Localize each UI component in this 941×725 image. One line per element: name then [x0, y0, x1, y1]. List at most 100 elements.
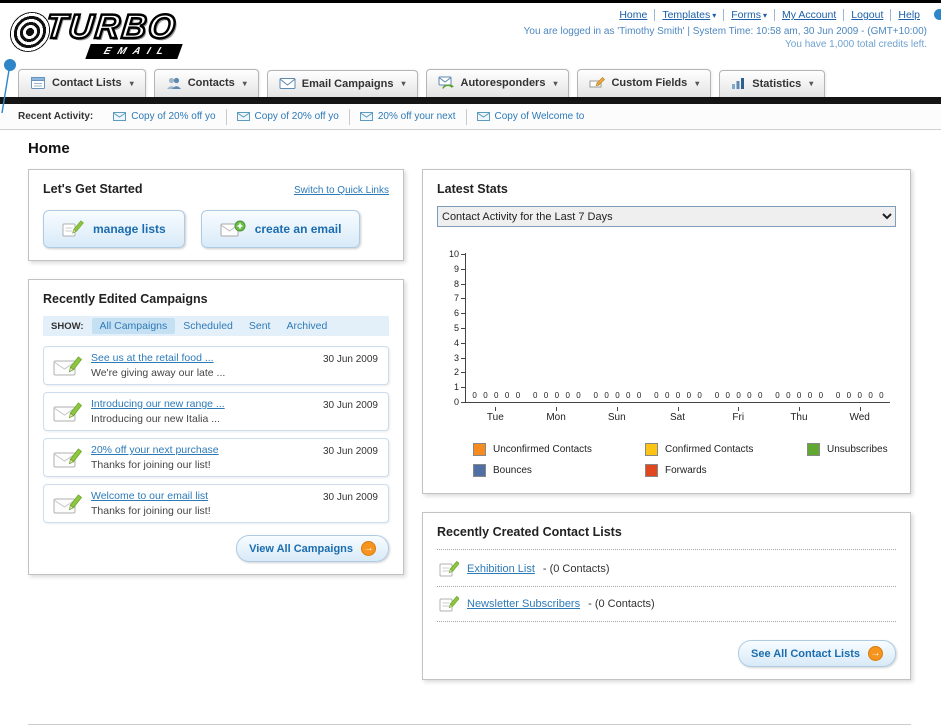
turbo-email-logo: TURBO EMAIL — [7, 7, 183, 59]
legend-item: Unsubscribes — [807, 443, 890, 456]
chart-x-axis: Tue Mon Sun Sat Fri Thu Wed — [465, 407, 890, 423]
top-link-templates[interactable]: Templates — [654, 9, 723, 21]
arrow-right-icon — [868, 646, 883, 661]
recent-activity-item[interactable]: Copy of 20% off yo — [227, 108, 350, 125]
bar-value-label: 0 — [879, 391, 884, 400]
dotted-divider — [437, 549, 896, 550]
nav-tab-email-campaigns[interactable]: Email Campaigns — [266, 70, 418, 97]
bar-value-label: 0 — [515, 391, 521, 400]
bar-value-label: 0 — [758, 391, 763, 400]
recently-edited-campaigns-panel: Recently Edited Campaigns SHOW: All Camp… — [28, 279, 404, 575]
campaign-subtitle: Thanks for joining our list! — [91, 505, 211, 517]
nav-tab-custom-fields[interactable]: Custom Fields — [577, 69, 712, 97]
header-blue-dot — [934, 9, 941, 20]
manage-lists-label: manage lists — [93, 222, 166, 236]
campaign-title-link[interactable]: See us at the retail food ... — [91, 352, 214, 364]
bar-value-label: 0 — [675, 391, 681, 400]
bar-value-label: 0 — [664, 391, 670, 400]
campaign-row[interactable]: Welcome to our email list Thanks for join… — [43, 484, 389, 523]
bar-value-label: 0 — [807, 391, 813, 400]
custom-fields-icon — [589, 76, 606, 90]
campaign-row[interactable]: 20% off your next purchase Thanks for joi… — [43, 438, 389, 477]
top-link-home[interactable]: Home — [612, 9, 654, 21]
envelope-plus-icon — [220, 220, 246, 238]
recent-activity-label: Recent Activity: — [18, 111, 94, 122]
bar-value-label: 0 — [604, 391, 609, 400]
activity-item-label: Copy of 20% off yo — [131, 111, 216, 122]
page-title: Home — [28, 140, 70, 157]
recent-activity-item[interactable]: 20% off your next — [350, 108, 467, 125]
left-column: Let's Get Started Switch to Quick Links … — [28, 169, 404, 593]
email-pencil-icon — [53, 400, 83, 424]
login-info-text: You are logged in as 'Timothy Smith' | S… — [523, 26, 927, 37]
legend-swatch — [473, 443, 486, 456]
bar-value-label: 0 — [494, 391, 499, 400]
campaign-title-link[interactable]: Introducing our new range ... — [91, 398, 225, 410]
top-link-help[interactable]: Help — [890, 9, 927, 21]
email-pencil-icon — [53, 492, 83, 516]
y-axis-tick-label: 5 — [454, 323, 465, 333]
filter-all-campaigns[interactable]: All Campaigns — [91, 318, 176, 334]
campaign-date: 30 Jun 2009 — [322, 400, 378, 411]
recent-activity-item[interactable]: Copy of 20% off yo — [103, 108, 227, 125]
contact-list-item: Exhibition List - (0 Contacts) — [437, 552, 896, 587]
pencil-icon — [439, 595, 459, 613]
bar-value-label: 0 — [593, 391, 598, 400]
campaign-row[interactable]: Introducing our new range ... Introducing… — [43, 392, 389, 431]
header-right: HomeTemplatesFormsMy AccountLogoutHelp Y… — [524, 9, 927, 50]
view-all-campaigns-button[interactable]: View All Campaigns — [236, 535, 389, 562]
filter-archived[interactable]: Archived — [278, 318, 335, 334]
y-axis-tick-label: 10 — [449, 249, 465, 259]
bar-value-label: 0 — [626, 391, 631, 400]
legend-item: Bounces — [473, 464, 645, 477]
bar-value-label: 0 — [636, 391, 642, 400]
contact-list-item: Newsletter Subscribers - (0 Contacts) — [437, 587, 896, 622]
campaign-subtitle: Introducing our new Italia ... — [91, 413, 220, 425]
see-all-contact-lists-label: See All Contact Lists — [750, 647, 860, 660]
top-link-forms[interactable]: Forms — [723, 9, 774, 21]
y-axis-tick-label: 8 — [454, 279, 465, 289]
legend-label: Forwards — [665, 465, 707, 476]
nav-tab-label: Contact Lists — [52, 77, 122, 89]
create-an-email-button[interactable]: create an email — [200, 210, 361, 248]
filter-scheduled[interactable]: Scheduled — [175, 318, 241, 334]
bar-value-label: 0 — [736, 391, 741, 400]
campaign-row[interactable]: See us at the retail food ... We're givin… — [43, 346, 389, 385]
bar-value-label: 0 — [786, 391, 791, 400]
recent-activity-item[interactable]: Copy of Welcome to — [467, 109, 595, 125]
activity-item-label: Copy of 20% off yo — [254, 111, 339, 122]
email-pencil-icon — [53, 354, 83, 378]
top-link-my-account[interactable]: My Account — [773, 9, 843, 21]
chevron-down-icon — [130, 79, 134, 88]
bar-value-label: 0 — [714, 391, 720, 400]
stats-period-select[interactable]: Contact Activity for the Last 7 Days — [437, 206, 896, 227]
nav-tab-autoresponders[interactable]: Autoresponders — [425, 69, 570, 97]
campaign-title-link[interactable]: 20% off your next purchase — [91, 444, 219, 456]
nav-tab-statistics[interactable]: Statistics — [719, 70, 826, 97]
nav-tab-contacts[interactable]: Contacts — [153, 69, 259, 97]
contact-list-link[interactable]: Newsletter Subscribers — [467, 598, 580, 610]
bar-group: 00000 — [829, 391, 890, 400]
bar-value-label: 0 — [504, 391, 510, 400]
stats-panel-title: Latest Stats — [437, 182, 508, 196]
campaign-title-link[interactable]: Welcome to our email list — [91, 490, 208, 502]
top-link-logout[interactable]: Logout — [843, 9, 890, 21]
bar-value-label: 0 — [686, 391, 692, 400]
bar-value-label: 0 — [868, 391, 873, 400]
filter-sent[interactable]: Sent — [241, 318, 279, 334]
see-all-contact-lists-button[interactable]: See All Contact Lists — [737, 640, 896, 667]
bar-value-label: 0 — [543, 391, 549, 400]
bar-group: 00000 — [708, 391, 769, 400]
autoresponders-icon — [438, 76, 455, 90]
chevron-down-icon — [712, 11, 716, 20]
email-campaigns-icon — [279, 77, 296, 90]
y-axis-tick-label: 2 — [454, 367, 465, 377]
contact-list-link[interactable]: Exhibition List — [467, 563, 535, 575]
contact-lists-panel-title: Recently Created Contact Lists — [437, 525, 622, 539]
switch-to-quick-links-link[interactable]: Switch to Quick Links — [294, 185, 389, 196]
bar-value-label: 0 — [565, 391, 570, 400]
manage-lists-button[interactable]: manage lists — [43, 210, 185, 248]
bar-value-label: 0 — [747, 391, 752, 400]
logo-swoosh-decoration — [1, 59, 16, 114]
nav-tab-contact-lists[interactable]: Contact Lists — [18, 69, 146, 97]
